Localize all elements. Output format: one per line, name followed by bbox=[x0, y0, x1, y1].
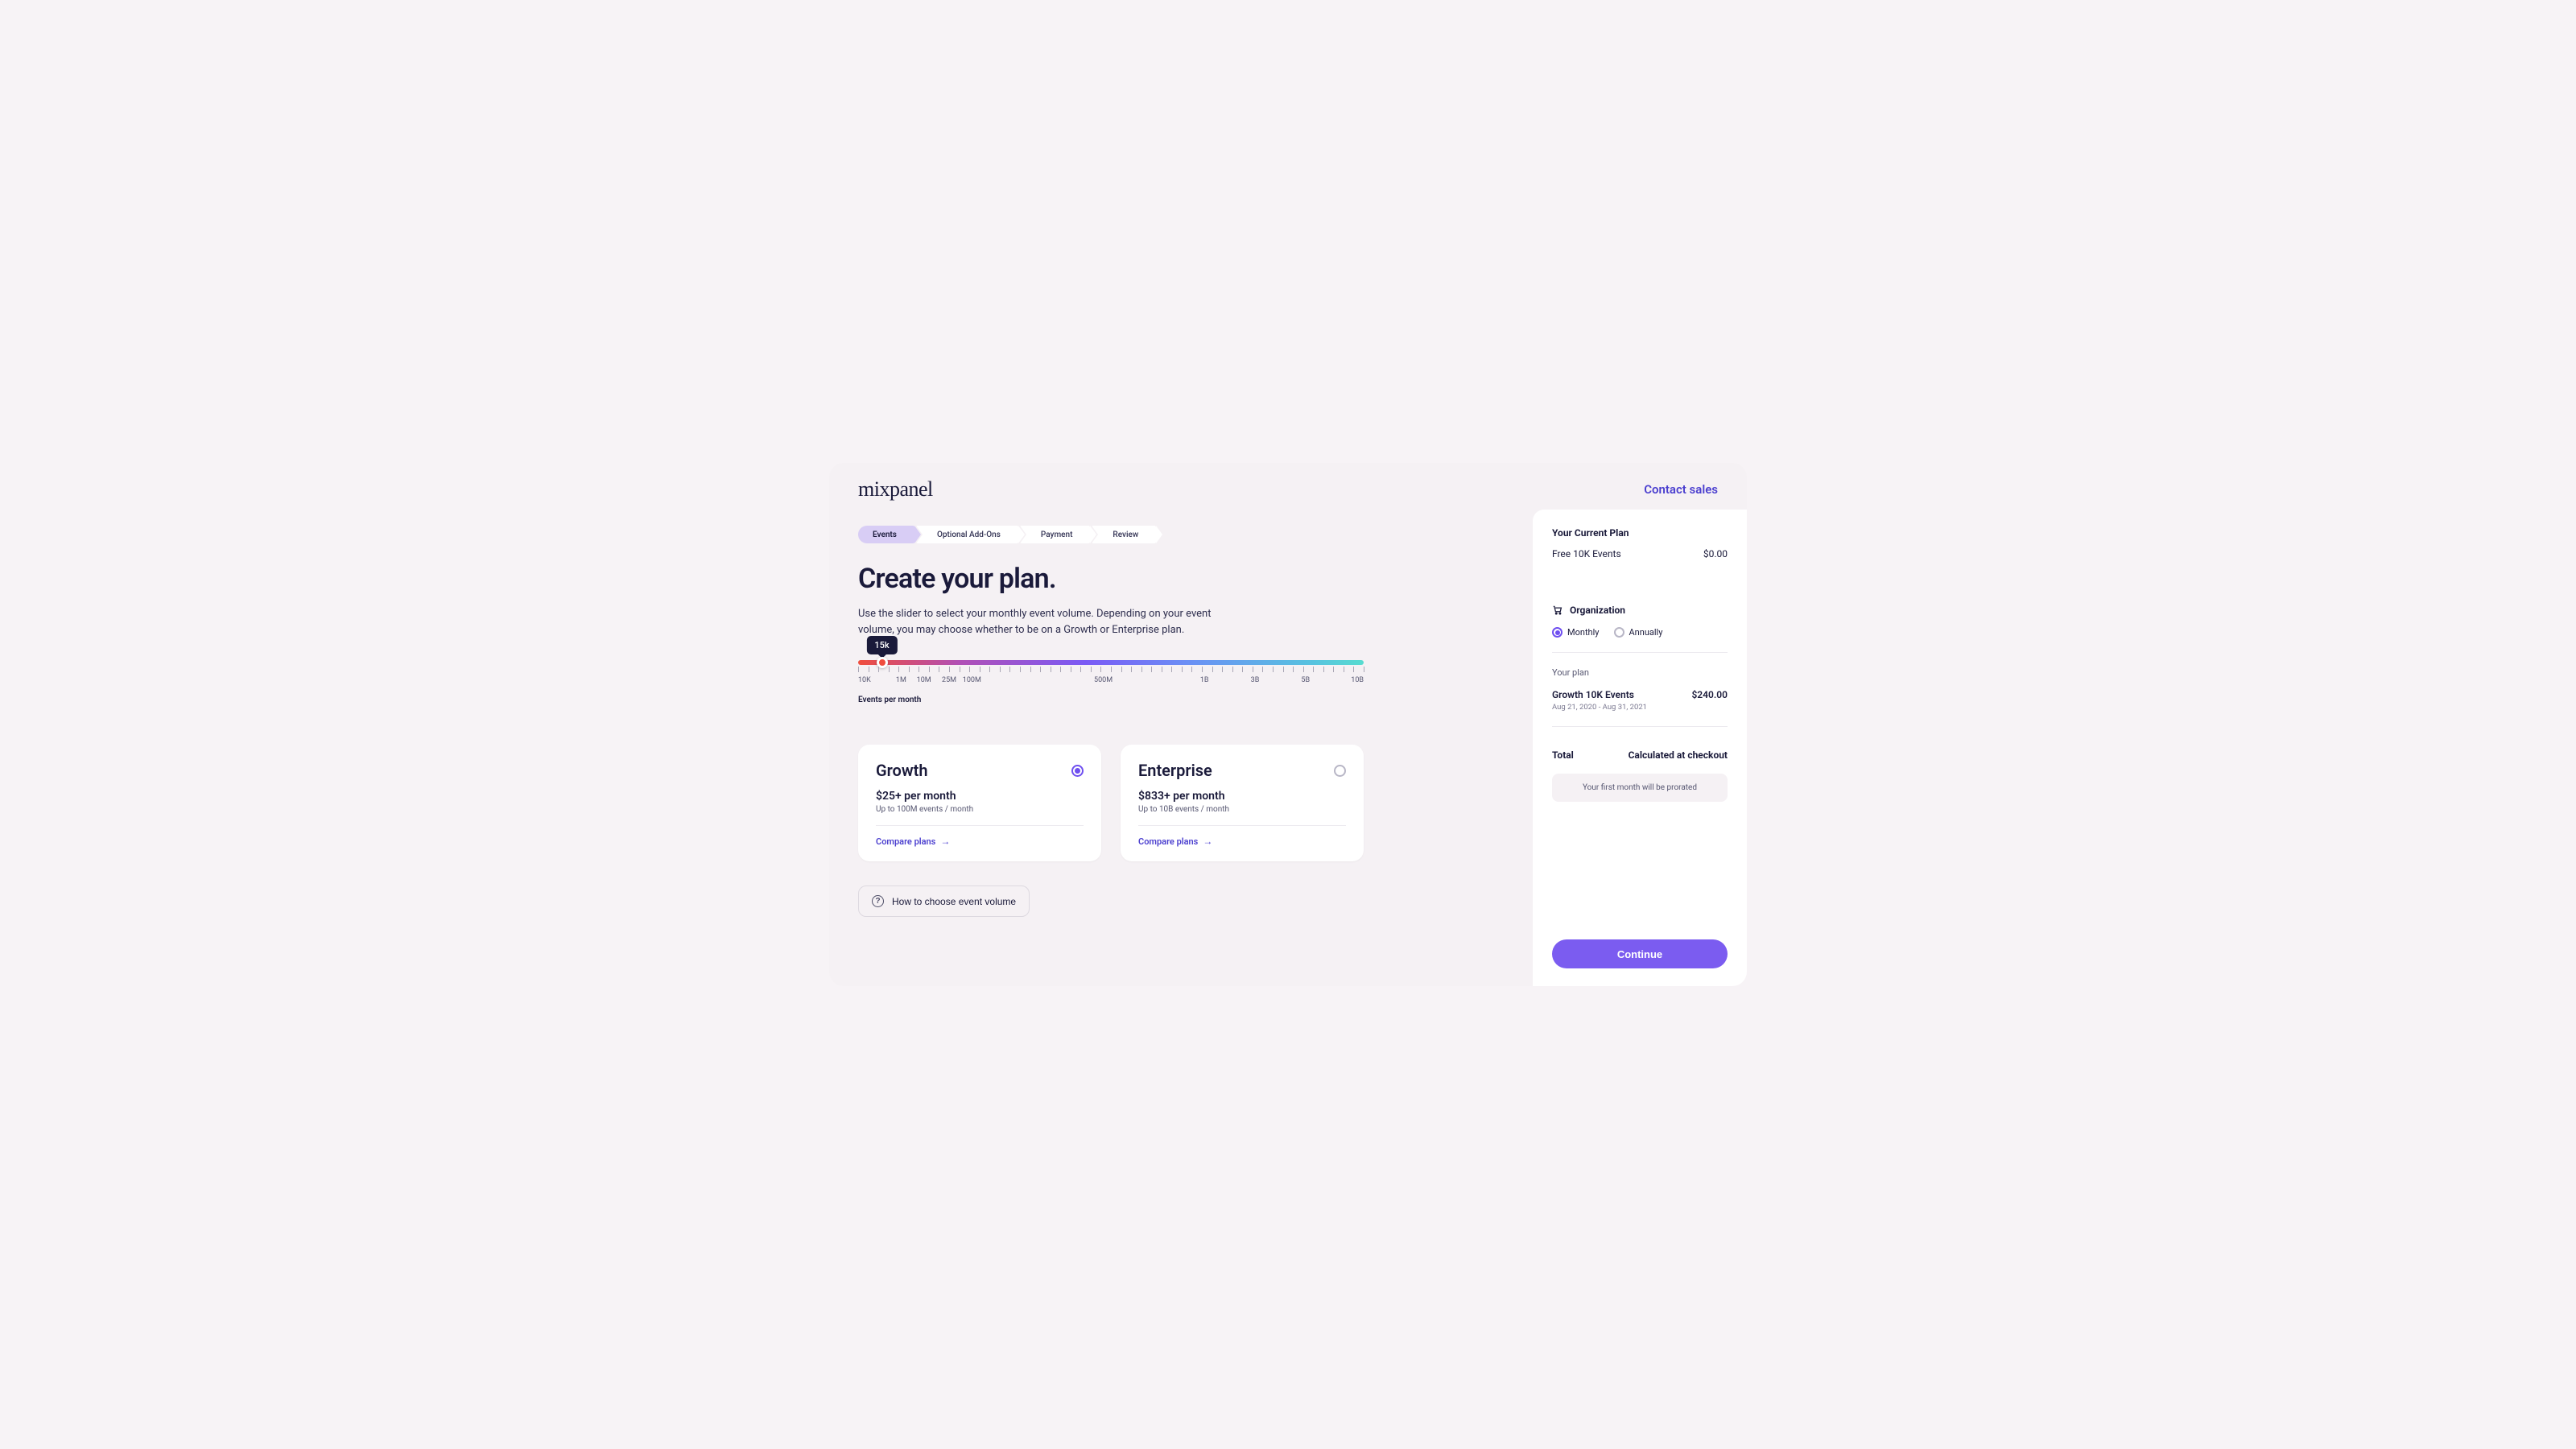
total-label: Total bbox=[1552, 749, 1574, 761]
divider bbox=[1552, 726, 1728, 727]
tick-label: 500M bbox=[1094, 676, 1113, 684]
tick-label: 25M bbox=[942, 676, 956, 684]
billing-monthly-option[interactable]: Monthly bbox=[1552, 627, 1600, 638]
current-plan-name: Free 10K Events bbox=[1552, 548, 1621, 559]
step-payment[interactable]: Payment bbox=[1020, 526, 1091, 543]
slider-tick-labels: 10K 1M 10M 25M 100M 500M 1B 3B 5B 10B bbox=[858, 676, 1364, 687]
your-plan-label: Your plan bbox=[1552, 667, 1728, 678]
plan-enterprise-name: Enterprise bbox=[1138, 761, 1212, 780]
slider-track[interactable] bbox=[858, 660, 1364, 665]
step-review[interactable]: Review bbox=[1092, 526, 1156, 543]
step-addons[interactable]: Optional Add-Ons bbox=[916, 526, 1018, 543]
summary-plan-amount: $240.00 bbox=[1691, 689, 1728, 700]
tick-label: 1B bbox=[1200, 676, 1209, 684]
slider-value-tooltip: 15k bbox=[866, 636, 897, 654]
divider bbox=[1138, 825, 1346, 826]
org-label: Organization bbox=[1570, 605, 1625, 616]
plan-enterprise-radio[interactable] bbox=[1334, 765, 1346, 777]
plan-growth-sub: Up to 100M events / month bbox=[876, 805, 1084, 814]
current-plan-amount: $0.00 bbox=[1703, 548, 1728, 559]
current-plan-label: Your Current Plan bbox=[1552, 527, 1728, 539]
total-value: Calculated at checkout bbox=[1629, 749, 1728, 761]
main-panel: Events Optional Add-Ons Payment Review C… bbox=[829, 510, 1533, 986]
summary-plan-name: Growth 10K Events bbox=[1552, 689, 1634, 700]
prorate-note: Your first month will be prorated bbox=[1552, 774, 1728, 802]
stepper: Events Optional Add-Ons Payment Review bbox=[858, 526, 1504, 543]
slider-ticks bbox=[858, 667, 1364, 675]
tick-label: 5B bbox=[1301, 676, 1310, 684]
help-label: How to choose event volume bbox=[892, 896, 1016, 907]
compare-label: Compare plans bbox=[876, 836, 935, 847]
plan-enterprise-sub: Up to 10B events / month bbox=[1138, 805, 1346, 814]
pricing-card: mixpanel Contact sales Events Optional A… bbox=[829, 463, 1747, 986]
billing-cycle-toggle: Monthly Annually bbox=[1552, 627, 1728, 638]
radio-on-icon bbox=[1552, 627, 1563, 638]
billing-annually-label: Annually bbox=[1629, 627, 1663, 638]
plan-growth-card[interactable]: Growth $25+ per month Up to 100M events … bbox=[858, 745, 1101, 861]
help-choose-volume-button[interactable]: ? How to choose event volume bbox=[858, 886, 1030, 917]
plan-enterprise-card[interactable]: Enterprise $833+ per month Up to 10B eve… bbox=[1121, 745, 1364, 861]
divider bbox=[1552, 652, 1728, 653]
plan-enterprise-price: $833+ per month bbox=[1138, 790, 1346, 803]
step-events[interactable]: Events bbox=[858, 526, 914, 543]
tick-label: 100M bbox=[963, 676, 981, 684]
plan-growth-price: $25+ per month bbox=[876, 790, 1084, 803]
divider bbox=[876, 825, 1084, 826]
tick-label: 10M bbox=[917, 676, 931, 684]
body: Events Optional Add-Ons Payment Review C… bbox=[829, 510, 1747, 986]
plan-options: Growth $25+ per month Up to 100M events … bbox=[858, 745, 1504, 861]
tick-label: 1M bbox=[896, 676, 906, 684]
cart-icon bbox=[1552, 605, 1563, 616]
continue-button[interactable]: Continue bbox=[1552, 939, 1728, 968]
contact-sales-link[interactable]: Contact sales bbox=[1644, 482, 1718, 497]
plan-growth-radio[interactable] bbox=[1071, 765, 1084, 777]
logo: mixpanel bbox=[858, 477, 933, 502]
topbar: mixpanel Contact sales bbox=[829, 463, 1747, 510]
slider-caption: Events per month bbox=[858, 696, 1364, 704]
event-volume-slider[interactable]: 15k 10K1M10M25M100M500M1B3B5B10B Events … bbox=[858, 660, 1364, 704]
question-icon: ? bbox=[872, 895, 884, 907]
compare-label: Compare plans bbox=[1138, 836, 1198, 847]
page-subtitle: Use the slider to select your monthly ev… bbox=[858, 606, 1222, 638]
plan-growth-compare-link[interactable]: Compare plans → bbox=[876, 836, 1084, 847]
page-title: Create your plan. bbox=[858, 563, 1504, 595]
summary-plan-dates: Aug 21, 2020 - Aug 31, 2021 bbox=[1552, 703, 1728, 712]
tick-label: 3B bbox=[1251, 676, 1260, 684]
plan-growth-name: Growth bbox=[876, 761, 928, 780]
tick-label: 10K bbox=[858, 676, 871, 684]
billing-annually-option[interactable]: Annually bbox=[1614, 627, 1663, 638]
plan-enterprise-compare-link[interactable]: Compare plans → bbox=[1138, 836, 1346, 847]
arrow-right-icon: → bbox=[1203, 836, 1212, 847]
radio-off-icon bbox=[1614, 627, 1624, 638]
tick-label: 10B bbox=[1351, 676, 1364, 684]
summary-sidebar: Your Current Plan Free 10K Events $0.00 … bbox=[1533, 510, 1747, 986]
arrow-right-icon: → bbox=[940, 836, 950, 847]
billing-monthly-label: Monthly bbox=[1567, 627, 1600, 638]
